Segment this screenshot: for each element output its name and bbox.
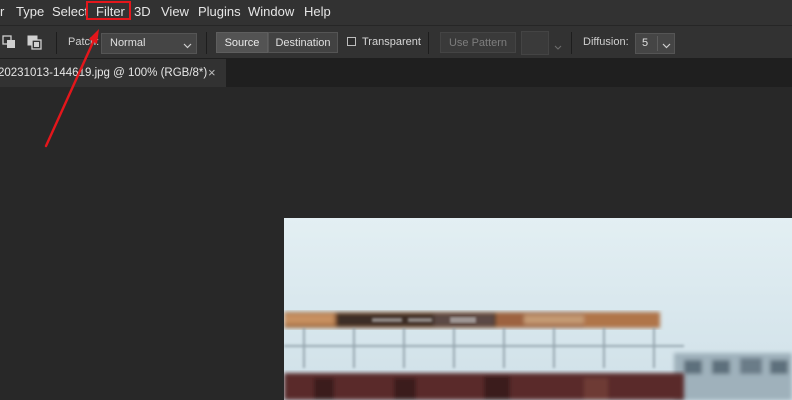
menu-item-window[interactable]: Window — [248, 0, 294, 25]
menu-item-type[interactable]: Type — [16, 0, 44, 25]
canvas-workspace — [0, 87, 792, 400]
transparent-label: Transparent — [362, 36, 421, 48]
menu-item-select[interactable]: Select — [52, 0, 88, 25]
menu-item-3d[interactable]: 3D — [134, 0, 151, 25]
document-tab-title: 20231013-144619.jpg @ 100% (RGB/8*) — [0, 67, 208, 79]
toolbar-separator — [571, 32, 572, 54]
menu-item-layer-partial[interactable]: r — [0, 0, 4, 25]
menu-item-help[interactable]: Help — [304, 0, 331, 25]
selection-mode-add-icon[interactable] — [27, 35, 42, 50]
options-bar: Patch: Normal Source Destination Transpa… — [0, 25, 792, 59]
use-pattern-button[interactable]: Use Pattern — [440, 32, 516, 53]
source-button[interactable]: Source — [216, 32, 268, 53]
toolbar-separator — [56, 32, 57, 54]
diffusion-divider — [657, 36, 658, 51]
document-tab[interactable]: 20231013-144619.jpg @ 100% (RGB/8*) × — [0, 59, 226, 87]
toolbar-separator — [428, 32, 429, 54]
selection-mode-new-icon[interactable] — [2, 35, 16, 49]
diffusion-select[interactable]: 5 — [635, 33, 675, 54]
menu-item-plugins[interactable]: Plugins — [198, 0, 241, 25]
toolbar-separator — [206, 32, 207, 54]
diffusion-label: Diffusion: — [583, 36, 629, 48]
diffusion-value: 5 — [642, 37, 649, 49]
patch-mode-value: Normal — [110, 37, 146, 49]
transparent-checkbox[interactable] — [347, 37, 356, 46]
document-tab-bar: 20231013-144619.jpg @ 100% (RGB/8*) × — [0, 59, 792, 87]
close-icon[interactable]: × — [208, 59, 216, 87]
chevron-down-icon — [183, 40, 192, 49]
menu-item-view[interactable]: View — [161, 0, 189, 25]
pattern-picker[interactable] — [521, 31, 549, 55]
document-image[interactable] — [284, 218, 792, 400]
destination-button[interactable]: Destination — [268, 32, 338, 53]
red-highlight-box — [86, 1, 131, 20]
chevron-down-icon[interactable] — [554, 41, 562, 50]
chevron-down-icon — [662, 40, 671, 49]
patch-label: Patch: — [68, 36, 100, 48]
patch-mode-select[interactable]: Normal — [101, 33, 197, 54]
